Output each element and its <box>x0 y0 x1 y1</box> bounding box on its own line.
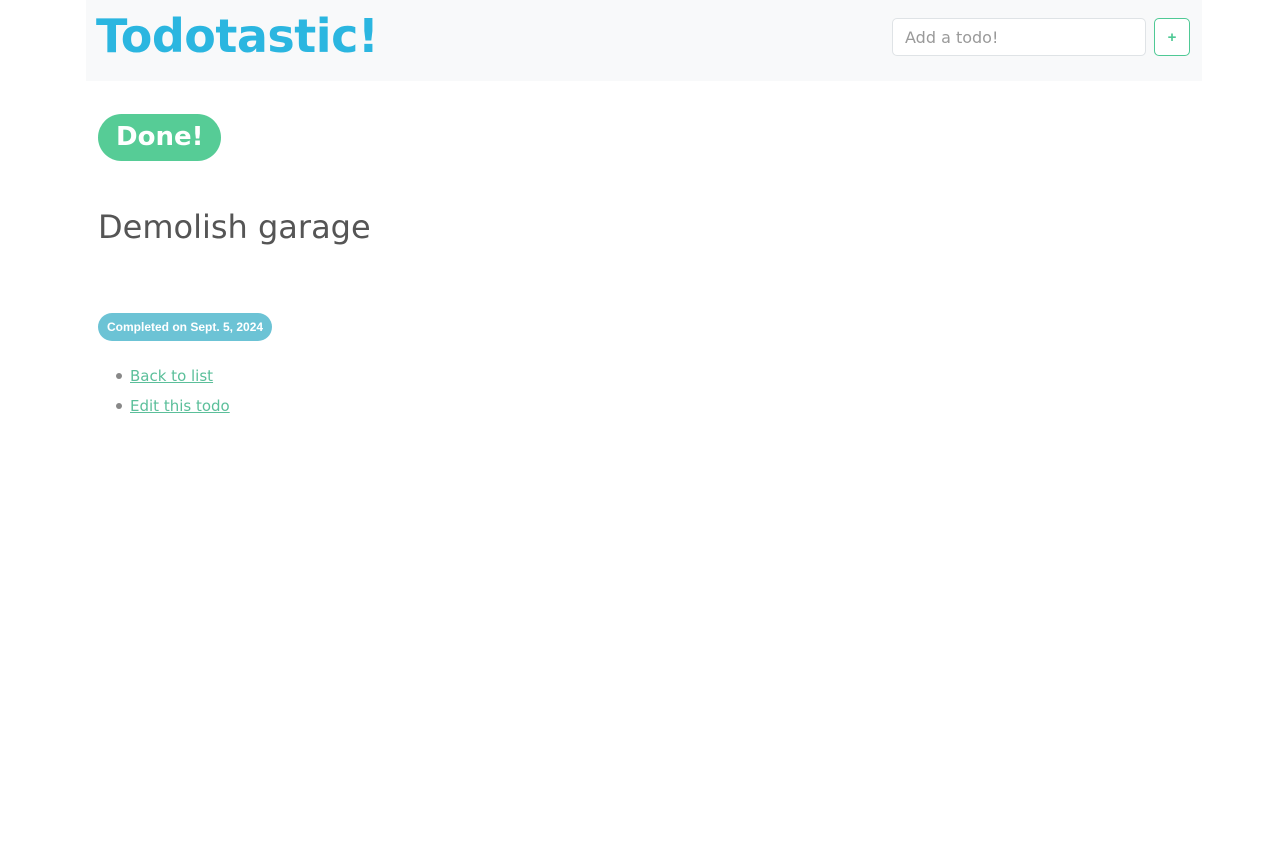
add-todo-input[interactable] <box>892 18 1146 56</box>
bullet-icon <box>116 403 122 409</box>
add-todo-button[interactable]: + <box>1154 18 1190 56</box>
navbar: Todotastic! + <box>86 0 1202 81</box>
bullet-icon <box>116 373 122 379</box>
page-container: Todotastic! + Done! Demolish garage Comp… <box>86 0 1202 421</box>
back-to-list-link[interactable]: Back to list <box>130 367 213 385</box>
plus-icon: + <box>1167 28 1177 46</box>
completed-date-badge: Completed on Sept. 5, 2024 <box>98 313 273 341</box>
todo-title: Demolish garage <box>98 208 371 246</box>
todo-detail: Done! Demolish garage Completed on Sept.… <box>86 81 1202 421</box>
status-badge: Done! <box>98 114 222 161</box>
edit-todo-link[interactable]: Edit this todo <box>130 397 230 415</box>
list-item: Edit this todo <box>116 391 1202 421</box>
brand-logo[interactable]: Todotastic! <box>96 6 379 66</box>
action-links: Back to list Edit this todo <box>98 361 1202 421</box>
add-todo-form: + <box>892 18 1190 56</box>
list-item: Back to list <box>116 361 1202 391</box>
